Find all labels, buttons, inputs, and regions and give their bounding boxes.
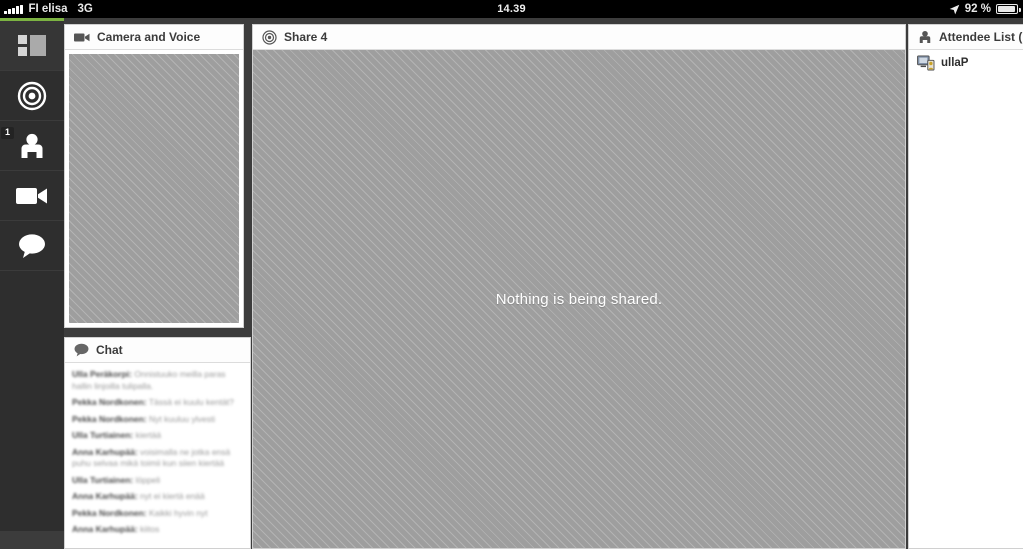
sidebar-item-attendees[interactable]: 1 xyxy=(0,121,64,171)
chat-message-sender: Anna Karhupää: xyxy=(72,491,138,501)
share-panel-body[interactable]: Nothing is being shared. xyxy=(253,50,905,548)
attendee-panel-title: Attendee List ( xyxy=(939,30,1023,44)
camera-video-placeholder xyxy=(69,54,239,323)
chat-message-sender: Pekka Nordkonen: xyxy=(72,507,147,518)
sidebar-item-share[interactable] xyxy=(0,71,64,121)
video-camera-icon xyxy=(16,187,47,204)
share-empty-message: Nothing is being shared. xyxy=(495,290,663,308)
chat-panel-header: Chat xyxy=(65,338,250,363)
share-stage[interactable]: Nothing is being shared. xyxy=(253,50,905,548)
chat-message-text: kiertää xyxy=(133,430,162,440)
sidebar-item-layout[interactable] xyxy=(0,21,64,71)
sidebar-item-chat[interactable] xyxy=(0,221,64,271)
chat-message-sender: Anna Karhupää: xyxy=(72,446,138,457)
attendee-row[interactable]: ullaP xyxy=(909,50,1023,76)
camera-and-voice-panel: Camera and Voice xyxy=(64,24,244,328)
chat-message: Anna Karhupää: kiitos xyxy=(72,524,243,536)
chat-message: Ulla Turtiainen: kiertää xyxy=(72,430,243,442)
battery-icon xyxy=(996,4,1021,14)
person-icon xyxy=(919,30,931,43)
status-bar-clock: 14.39 xyxy=(497,3,526,15)
video-camera-icon xyxy=(74,33,90,41)
layout-grid-icon xyxy=(18,34,46,56)
target-share-icon xyxy=(17,81,47,110)
chat-message-sender: Ulla Turtiainen: xyxy=(72,474,134,485)
chat-message: Pekka Nordkonen: Kaikki hyvin nyt xyxy=(72,508,243,520)
chat-panel-body[interactable]: Ulla Peräkorpi: Onnistuuko meilla paras … xyxy=(65,363,250,548)
battery-percent-label: 92 % xyxy=(964,3,991,15)
chat-message: Ulla Peräkorpi: Onnistuuko meilla paras … xyxy=(72,369,243,392)
chat-message-text: Nyt kuuluu ylvesti xyxy=(146,413,216,424)
chat-bubble-icon xyxy=(19,233,45,258)
chat-message: Anna Karhupää: voisimalla ne jotka ensä … xyxy=(72,447,243,470)
attendee-name: ullaP xyxy=(941,57,969,69)
attendee-panel-body[interactable]: ullaP xyxy=(909,50,1023,548)
share-panel-header: Share 4 xyxy=(253,25,905,50)
chat-message-sender: Anna Karhupää: xyxy=(72,524,138,534)
chat-message: Pekka Nordkonen: Tässä ei kuulu kentät? xyxy=(72,397,243,409)
sidebar: 1 xyxy=(0,18,64,531)
share-panel: Share 4 Nothing is being shared. xyxy=(252,24,906,549)
chat-message-text: Tässä ei kuulu kentät? xyxy=(146,397,234,407)
attendee-list-panel: Attendee List ( ullaP xyxy=(908,24,1023,549)
chat-bubble-icon xyxy=(74,343,89,357)
chat-message-sender: Pekka Nordkonen: xyxy=(72,413,147,424)
chat-panel-title: Chat xyxy=(96,343,123,357)
target-share-icon xyxy=(262,29,277,45)
chat-message-list[interactable]: Ulla Peräkorpi: Onnistuuko meilla paras … xyxy=(65,363,250,536)
chat-panel: Chat Ulla Peräkorpi: Onnistuuko meilla p… xyxy=(64,337,251,549)
chat-message: Pekka Nordkonen: Nyt kuuluu ylvesti xyxy=(72,414,243,426)
camera-panel-body[interactable] xyxy=(69,54,239,323)
attendee-count-badge: 1 xyxy=(1,127,15,139)
chat-message-text: löppeli xyxy=(133,474,161,485)
location-arrow-icon xyxy=(949,4,960,14)
chat-message-sender: Ulla Peräkorpi: xyxy=(72,369,132,379)
app-window: 1 Camera and Voice Chat Ulla Peräkorpi: … xyxy=(0,18,1023,549)
camera-panel-title: Camera and Voice xyxy=(97,30,201,44)
camera-panel-header: Camera and Voice xyxy=(65,25,243,50)
chat-message: Anna Karhupää: nyt ei kiertä enää xyxy=(72,491,243,503)
person-icon xyxy=(21,133,43,158)
share-panel-title: Share 4 xyxy=(284,30,328,44)
chat-message-sender: Pekka Nordkonen: xyxy=(72,397,147,407)
attendee-list[interactable]: ullaP xyxy=(909,50,1023,76)
chat-message: Ulla Turtiainen: löppeli xyxy=(72,475,243,487)
computer-user-icon xyxy=(917,55,935,71)
sidebar-item-camera[interactable] xyxy=(0,171,64,221)
chat-message-text: Kaikki hyvin nyt xyxy=(146,507,208,518)
status-bar: FI elisa 3G 14.39 92 % xyxy=(0,0,1023,18)
chat-message-sender: Ulla Turtiainen: xyxy=(72,430,134,440)
chat-message-text: kiitos xyxy=(137,524,160,534)
status-bar-right: 92 % xyxy=(949,0,1021,18)
attendee-panel-header: Attendee List ( xyxy=(909,25,1023,50)
chat-message-text: nyt ei kiertä enää xyxy=(137,491,205,501)
